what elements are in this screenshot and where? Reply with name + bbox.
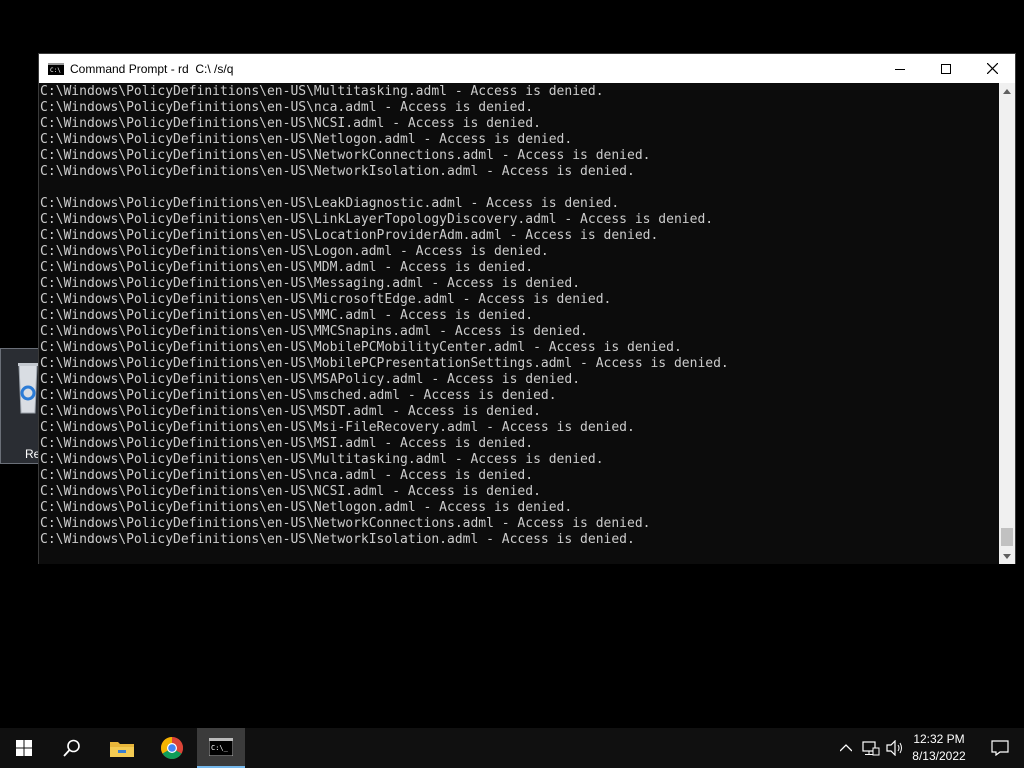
chevron-up-icon bbox=[1003, 88, 1011, 94]
vertical-scrollbar[interactable] bbox=[999, 83, 1015, 564]
console-line: C:\Windows\PolicyDefinitions\en-US\msche… bbox=[40, 388, 557, 403]
svg-text:C:\: C:\ bbox=[50, 67, 61, 74]
console-line: C:\Windows\PolicyDefinitions\en-US\Logon… bbox=[40, 244, 549, 259]
file-explorer-button[interactable] bbox=[98, 728, 146, 768]
console-line: C:\Windows\PolicyDefinitions\en-US\Netwo… bbox=[40, 516, 651, 531]
console-line: C:\Windows\PolicyDefinitions\en-US\Messa… bbox=[40, 276, 581, 291]
search-icon bbox=[63, 739, 80, 757]
console-line: C:\Windows\PolicyDefinitions\en-US\Netwo… bbox=[40, 164, 635, 179]
scrollbar-thumb[interactable] bbox=[1001, 528, 1013, 546]
scroll-up-button[interactable] bbox=[999, 83, 1015, 99]
clock-date: 8/13/2022 bbox=[912, 749, 966, 763]
command-prompt-window[interactable]: C:\ Command Prompt - rd C:\ /s/q C:\Wind… bbox=[38, 53, 1016, 564]
console-line: C:\Windows\PolicyDefinitions\en-US\Mobil… bbox=[40, 340, 682, 355]
maximize-button[interactable] bbox=[923, 54, 969, 83]
console-line: C:\Windows\PolicyDefinitions\en-US\nca.a… bbox=[40, 468, 534, 483]
console-line: C:\Windows\PolicyDefinitions\en-US\LinkL… bbox=[40, 212, 714, 227]
network-tray-button[interactable] bbox=[860, 728, 882, 768]
console-line: C:\Windows\PolicyDefinitions\en-US\MDM.a… bbox=[40, 260, 534, 275]
console-line: C:\Windows\PolicyDefinitions\en-US\NCSI.… bbox=[40, 116, 541, 131]
file-explorer-icon bbox=[110, 742, 134, 757]
console-line: C:\Windows\PolicyDefinitions\en-US\Multi… bbox=[40, 84, 604, 99]
close-icon bbox=[986, 63, 998, 74]
console-line: C:\Windows\PolicyDefinitions\en-US\MSI.a… bbox=[40, 436, 534, 451]
volume-tray-button[interactable] bbox=[884, 728, 906, 768]
chrome-button[interactable] bbox=[148, 728, 196, 768]
console-line: C:\Windows\PolicyDefinitions\en-US\Netlo… bbox=[40, 500, 573, 515]
console-line: C:\Windows\PolicyDefinitions\en-US\Netwo… bbox=[40, 148, 651, 163]
console-line: C:\Windows\PolicyDefinitions\en-US\nca.a… bbox=[40, 100, 534, 115]
notification-icon bbox=[991, 740, 1009, 756]
console-line: C:\Windows\PolicyDefinitions\en-US\Multi… bbox=[40, 452, 604, 467]
chevron-up-icon bbox=[840, 744, 852, 752]
console-line: C:\Windows\PolicyDefinitions\en-US\NCSI.… bbox=[40, 484, 541, 499]
clock-time: 12:32 PM bbox=[913, 732, 965, 746]
chrome-icon bbox=[161, 737, 183, 759]
console-line: C:\Windows\PolicyDefinitions\en-US\Mobil… bbox=[40, 356, 729, 371]
recycle-bin-desktop-icon[interactable]: Re bbox=[0, 348, 40, 464]
maximize-icon bbox=[941, 63, 951, 74]
command-prompt-taskbar-button[interactable]: C:\_ bbox=[197, 728, 245, 768]
console-line: C:\Windows\PolicyDefinitions\en-US\MMC.a… bbox=[40, 308, 534, 323]
volume-icon bbox=[886, 740, 902, 756]
console-line: C:\Windows\PolicyDefinitions\en-US\MSAPo… bbox=[40, 372, 581, 387]
start-icon bbox=[16, 740, 32, 756]
show-hidden-icons-button[interactable] bbox=[836, 728, 856, 768]
console-line: C:\Windows\PolicyDefinitions\en-US\Netlo… bbox=[40, 132, 573, 147]
notifications-button[interactable] bbox=[976, 728, 1024, 768]
console-line: C:\Windows\PolicyDefinitions\en-US\MMCSn… bbox=[40, 324, 588, 339]
console-line: C:\Windows\PolicyDefinitions\en-US\MSDT.… bbox=[40, 404, 541, 419]
close-button[interactable] bbox=[969, 54, 1015, 83]
chevron-down-icon bbox=[1003, 553, 1011, 559]
console-line: C:\Windows\PolicyDefinitions\en-US\LeakD… bbox=[40, 196, 620, 211]
taskbar: C:\_ 12:32 PM 8/13/2022 bbox=[0, 728, 1024, 768]
title-bar[interactable]: C:\ Command Prompt - rd C:\ /s/q bbox=[39, 54, 1015, 83]
console-line: C:\Windows\PolicyDefinitions\en-US\Locat… bbox=[40, 228, 659, 243]
network-icon bbox=[862, 741, 880, 756]
console-line: C:\Windows\PolicyDefinitions\en-US\Micro… bbox=[40, 292, 612, 307]
console-line: C:\Windows\PolicyDefinitions\en-US\Msi-F… bbox=[40, 420, 635, 435]
svg-text:C:\_: C:\_ bbox=[211, 744, 229, 752]
minimize-button[interactable] bbox=[877, 54, 923, 83]
search-button[interactable] bbox=[48, 728, 96, 768]
start-button[interactable] bbox=[0, 728, 48, 768]
clock[interactable]: 12:32 PM 8/13/2022 bbox=[905, 728, 973, 768]
console-output[interactable]: C:\Windows\PolicyDefinitions\en-US\Multi… bbox=[39, 83, 1000, 564]
window-title: Command Prompt - rd C:\ /s/q bbox=[70, 61, 234, 76]
console-line: C:\Windows\PolicyDefinitions\en-US\Netwo… bbox=[40, 532, 635, 547]
cmd-icon: C:\ bbox=[48, 62, 64, 75]
minimize-icon bbox=[895, 68, 905, 70]
scroll-down-button[interactable] bbox=[999, 548, 1015, 564]
command-prompt-icon: C:\_ bbox=[209, 738, 233, 756]
